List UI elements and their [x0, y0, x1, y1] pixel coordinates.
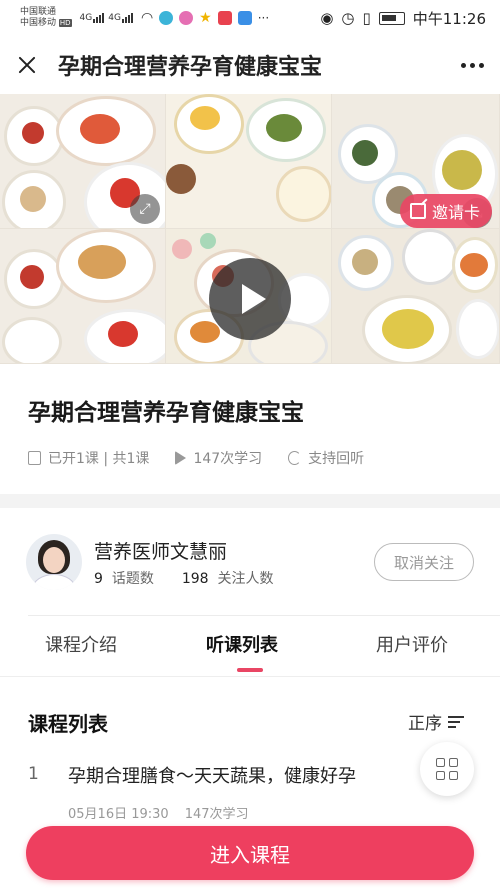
lesson-index: 1: [28, 764, 39, 784]
star-icon: ★: [199, 10, 212, 26]
unfollow-button[interactable]: 取消关注: [374, 543, 474, 581]
title-bar: 孕期合理营养孕育健康宝宝: [0, 36, 500, 94]
app-notification-icon: [179, 11, 194, 25]
play-outline-icon: [175, 451, 187, 465]
alarm-icon: ◷: [341, 9, 355, 27]
section-divider: [0, 494, 500, 508]
course-banner[interactable]: ⤢ ⤡: [0, 94, 500, 364]
clock-time: 中午11:26: [412, 9, 486, 28]
sort-button[interactable]: 正序: [408, 709, 464, 734]
more-notifications-icon: ···: [257, 11, 270, 25]
lesson-views: 147次学习: [184, 807, 249, 822]
invite-card-label: 邀请卡: [431, 203, 480, 222]
sort-label: 正序: [408, 714, 442, 734]
app-notification-icon: [217, 11, 232, 25]
status-bar: 中国联通 中国移动 HD 4G 4G ◠ ★ ··· ◉ ◷ ▯ 中午11:26: [0, 0, 500, 36]
play-icon[interactable]: [209, 258, 291, 340]
teacher-avatar[interactable]: [26, 534, 82, 590]
tab-course-intro[interactable]: 课程介绍: [45, 631, 117, 657]
carrier-2: 中国移动 HD: [20, 18, 72, 28]
tab-lesson-list[interactable]: 听课列表: [206, 631, 278, 657]
active-tab-indicator: [237, 668, 263, 672]
status-right: ◉ ◷ ▯ 中午11:26: [320, 8, 486, 29]
food-photo: [332, 229, 500, 364]
lesson-title: 孕期合理膳食～天天蔬果，健康好孕: [68, 766, 356, 787]
topics-stat: 9 话题数: [94, 571, 154, 587]
lesson-date: 05月16日 19:30: [68, 807, 169, 822]
lesson-meta: 05月16日 19:30 147次学习: [68, 803, 249, 822]
battery-icon: [378, 11, 405, 25]
replay-icon: [288, 451, 302, 465]
signal-icon: 4G: [80, 13, 105, 23]
expand-icon: ⤢: [130, 194, 160, 224]
teacher-name[interactable]: 营养医师文慧丽: [94, 537, 227, 564]
lessons-info: 已开1课 | 共1课: [28, 448, 149, 468]
view-count: 147次学习: [175, 448, 262, 468]
replay-support: 支持回听: [288, 448, 364, 468]
divider: [28, 615, 500, 616]
grid-menu-icon[interactable]: [420, 742, 474, 796]
document-icon: [28, 451, 41, 465]
followers-stat: 198 关注人数: [181, 571, 274, 587]
food-photo: [166, 94, 332, 229]
lesson-list-title: 课程列表: [28, 712, 108, 736]
sort-icon: [448, 715, 464, 728]
more-options-icon[interactable]: [461, 62, 484, 68]
food-photo: [0, 229, 166, 364]
tabs-divider: [0, 676, 500, 677]
share-icon: [409, 203, 426, 219]
wifi-icon: ◠: [140, 10, 154, 26]
app-notification-icon: [237, 11, 252, 25]
app-notification-icon: [159, 11, 174, 25]
course-title: 孕期合理营养孕育健康宝宝: [28, 400, 304, 426]
invite-card-button[interactable]: 邀请卡: [399, 194, 492, 228]
page-title: 孕期合理营养孕育健康宝宝: [58, 55, 323, 80]
close-icon[interactable]: [16, 54, 38, 76]
notification-icons: ◠ ★ ···: [141, 10, 269, 26]
signal-icon-2: 4G: [108, 13, 133, 23]
eye-icon: ◉: [320, 9, 334, 27]
enter-course-button[interactable]: 进入课程: [26, 826, 474, 880]
carrier-info: 中国联通 中国移动 HD: [20, 7, 72, 29]
food-photo: ⤢: [0, 94, 166, 229]
tab-user-reviews[interactable]: 用户评价: [376, 631, 448, 657]
course-meta: 已开1课 | 共1课 147次学习 支持回听: [28, 448, 364, 468]
vibrate-icon: ▯: [362, 9, 371, 27]
teacher-stats: 9 话题数 198 关注人数: [94, 568, 273, 588]
carrier-1: 中国联通: [20, 7, 57, 17]
